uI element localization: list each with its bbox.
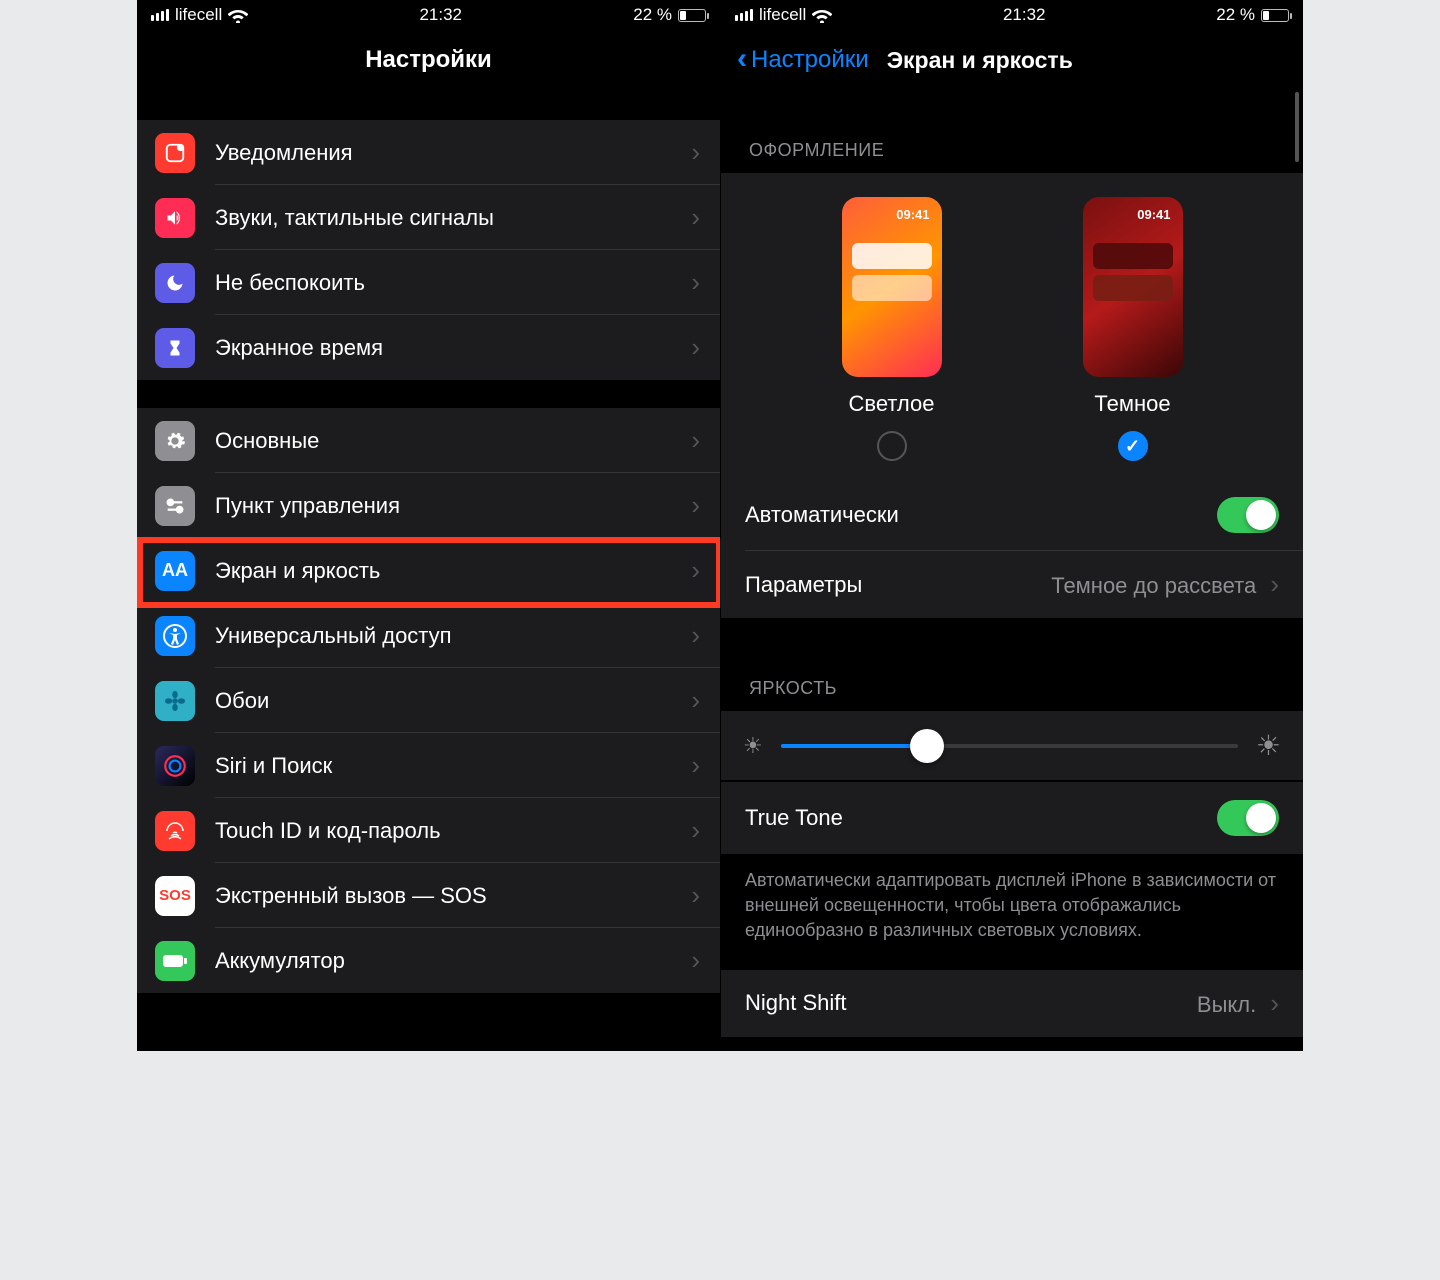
toggle-truetone[interactable] — [1217, 800, 1279, 836]
truetone-footer: Автоматически адаптировать дисплей iPhon… — [721, 854, 1303, 970]
status-time: 21:32 — [1003, 5, 1046, 25]
brightness-slider-row: ☀︎ ☀︎ — [721, 711, 1303, 780]
section-brightness-title: ЯРКОСТЬ — [721, 618, 1303, 711]
gear-icon — [155, 421, 195, 461]
chevron-right-icon: › — [671, 750, 720, 781]
section-appearance-title: ОФОРМЛЕНИЕ — [721, 92, 1303, 173]
radio-dark[interactable] — [1118, 431, 1148, 461]
row-touchid[interactable]: Touch ID и код-пароль › — [137, 798, 720, 863]
accessibility-icon — [155, 616, 195, 656]
row-accessibility[interactable]: Универсальный доступ › — [137, 603, 720, 668]
option-light-label: Светлое — [849, 391, 935, 417]
sos-icon: SOS — [155, 876, 195, 916]
chevron-right-icon: › — [671, 945, 720, 976]
row-screentime[interactable]: Экранное время › — [137, 315, 720, 380]
speaker-icon — [155, 198, 195, 238]
status-bar: lifecell 21:32 22 % — [721, 0, 1303, 28]
row-automatic: Автоматически — [721, 479, 1303, 551]
chevron-right-icon: › — [671, 137, 720, 168]
carrier-label: lifecell — [175, 5, 222, 25]
chevron-right-icon: › — [671, 267, 720, 298]
carrier-label: lifecell — [759, 5, 806, 25]
phone-settings-root: lifecell 21:32 22 % Настройки Уведомлени… — [137, 0, 720, 1051]
chevron-right-icon: › — [671, 815, 720, 846]
truetone-label: True Tone — [745, 805, 843, 831]
hourglass-icon — [155, 328, 195, 368]
wifi-icon — [812, 7, 832, 23]
row-truetone: True Tone — [721, 782, 1303, 854]
chevron-right-icon: › — [1262, 988, 1279, 1018]
battery-icon — [1261, 9, 1289, 22]
battery-percent: 22 % — [1216, 5, 1255, 25]
sun-small-icon: ☀︎ — [743, 733, 763, 759]
battery-icon — [678, 9, 706, 22]
chevron-right-icon: › — [671, 490, 720, 521]
back-button[interactable]: ‹ Настройки — [737, 46, 869, 74]
battery-row-icon — [155, 941, 195, 981]
settings-group-2: Основные › Пункт управления › AA Экран и… — [137, 408, 720, 993]
option-dark-label: Темное — [1094, 391, 1170, 417]
nightshift-value: Выкл. — [1197, 992, 1256, 1017]
automatic-label: Автоматически — [745, 502, 899, 528]
row-wallpaper[interactable]: Обои › — [137, 668, 720, 733]
chevron-right-icon: › — [671, 332, 720, 363]
row-dnd[interactable]: Не беспокоить › — [137, 250, 720, 315]
battery-percent: 22 % — [633, 5, 672, 25]
wifi-icon — [228, 7, 248, 23]
row-siri[interactable]: Siri и Поиск › — [137, 733, 720, 798]
display-aa-icon: AA — [155, 551, 195, 591]
sun-large-icon: ☀︎ — [1256, 729, 1281, 762]
signal-icon — [735, 9, 753, 21]
nav-header: Настройки — [137, 28, 720, 92]
signal-icon — [151, 9, 169, 21]
appearance-section: 09:41 Светлое 09:41 Темное — [721, 173, 1303, 479]
preview-light: 09:41 — [842, 197, 942, 377]
page-title: Настройки — [137, 46, 720, 74]
page-title: Экран и яркость — [887, 47, 1073, 74]
parameters-label: Параметры — [745, 572, 862, 598]
chevron-right-icon: › — [671, 202, 720, 233]
row-general[interactable]: Основные › — [137, 408, 720, 473]
chevron-right-icon: › — [671, 425, 720, 456]
row-nightshift[interactable]: Night Shift Выкл. › — [721, 970, 1303, 1037]
chevron-right-icon: › — [671, 555, 720, 586]
parameters-value: Темное до рассвета — [1051, 573, 1256, 598]
row-parameters[interactable]: Параметры Темное до рассвета › — [721, 551, 1303, 618]
moon-icon — [155, 263, 195, 303]
nightshift-label: Night Shift — [745, 990, 847, 1016]
switches-icon — [155, 486, 195, 526]
appearance-option-light[interactable]: 09:41 Светлое — [842, 197, 942, 461]
row-sos[interactable]: SOS Экстренный вызов — SOS › — [137, 863, 720, 928]
toggle-automatic[interactable] — [1217, 497, 1279, 533]
settings-group-1: Уведомления › Звуки, тактильные сигналы … — [137, 120, 720, 380]
brightness-slider[interactable] — [781, 744, 1238, 748]
chevron-right-icon: › — [671, 620, 720, 651]
preview-dark: 09:41 — [1083, 197, 1183, 377]
scroll-indicator — [1295, 92, 1299, 162]
row-sounds[interactable]: Звуки, тактильные сигналы › — [137, 185, 720, 250]
status-bar: lifecell 21:32 22 % — [137, 0, 720, 28]
row-notifications[interactable]: Уведомления › — [137, 120, 720, 185]
chevron-left-icon: ‹ — [737, 44, 747, 74]
siri-icon — [155, 746, 195, 786]
back-label: Настройки — [751, 46, 869, 74]
nav-header: ‹ Настройки Экран и яркость — [721, 28, 1303, 92]
chevron-right-icon: › — [671, 880, 720, 911]
row-display[interactable]: AA Экран и яркость › — [137, 538, 720, 603]
status-time: 21:32 — [419, 5, 462, 25]
row-controlcenter[interactable]: Пункт управления › — [137, 473, 720, 538]
phone-display-brightness: lifecell 21:32 22 % ‹ Настройки Экран и … — [720, 0, 1303, 1051]
fingerprint-icon — [155, 811, 195, 851]
radio-light[interactable] — [877, 431, 907, 461]
appearance-option-dark[interactable]: 09:41 Темное — [1083, 197, 1183, 461]
flower-icon — [155, 681, 195, 721]
row-battery[interactable]: Аккумулятор › — [137, 928, 720, 993]
chevron-right-icon: › — [671, 685, 720, 716]
notifications-icon — [155, 133, 195, 173]
chevron-right-icon: › — [1262, 569, 1279, 599]
